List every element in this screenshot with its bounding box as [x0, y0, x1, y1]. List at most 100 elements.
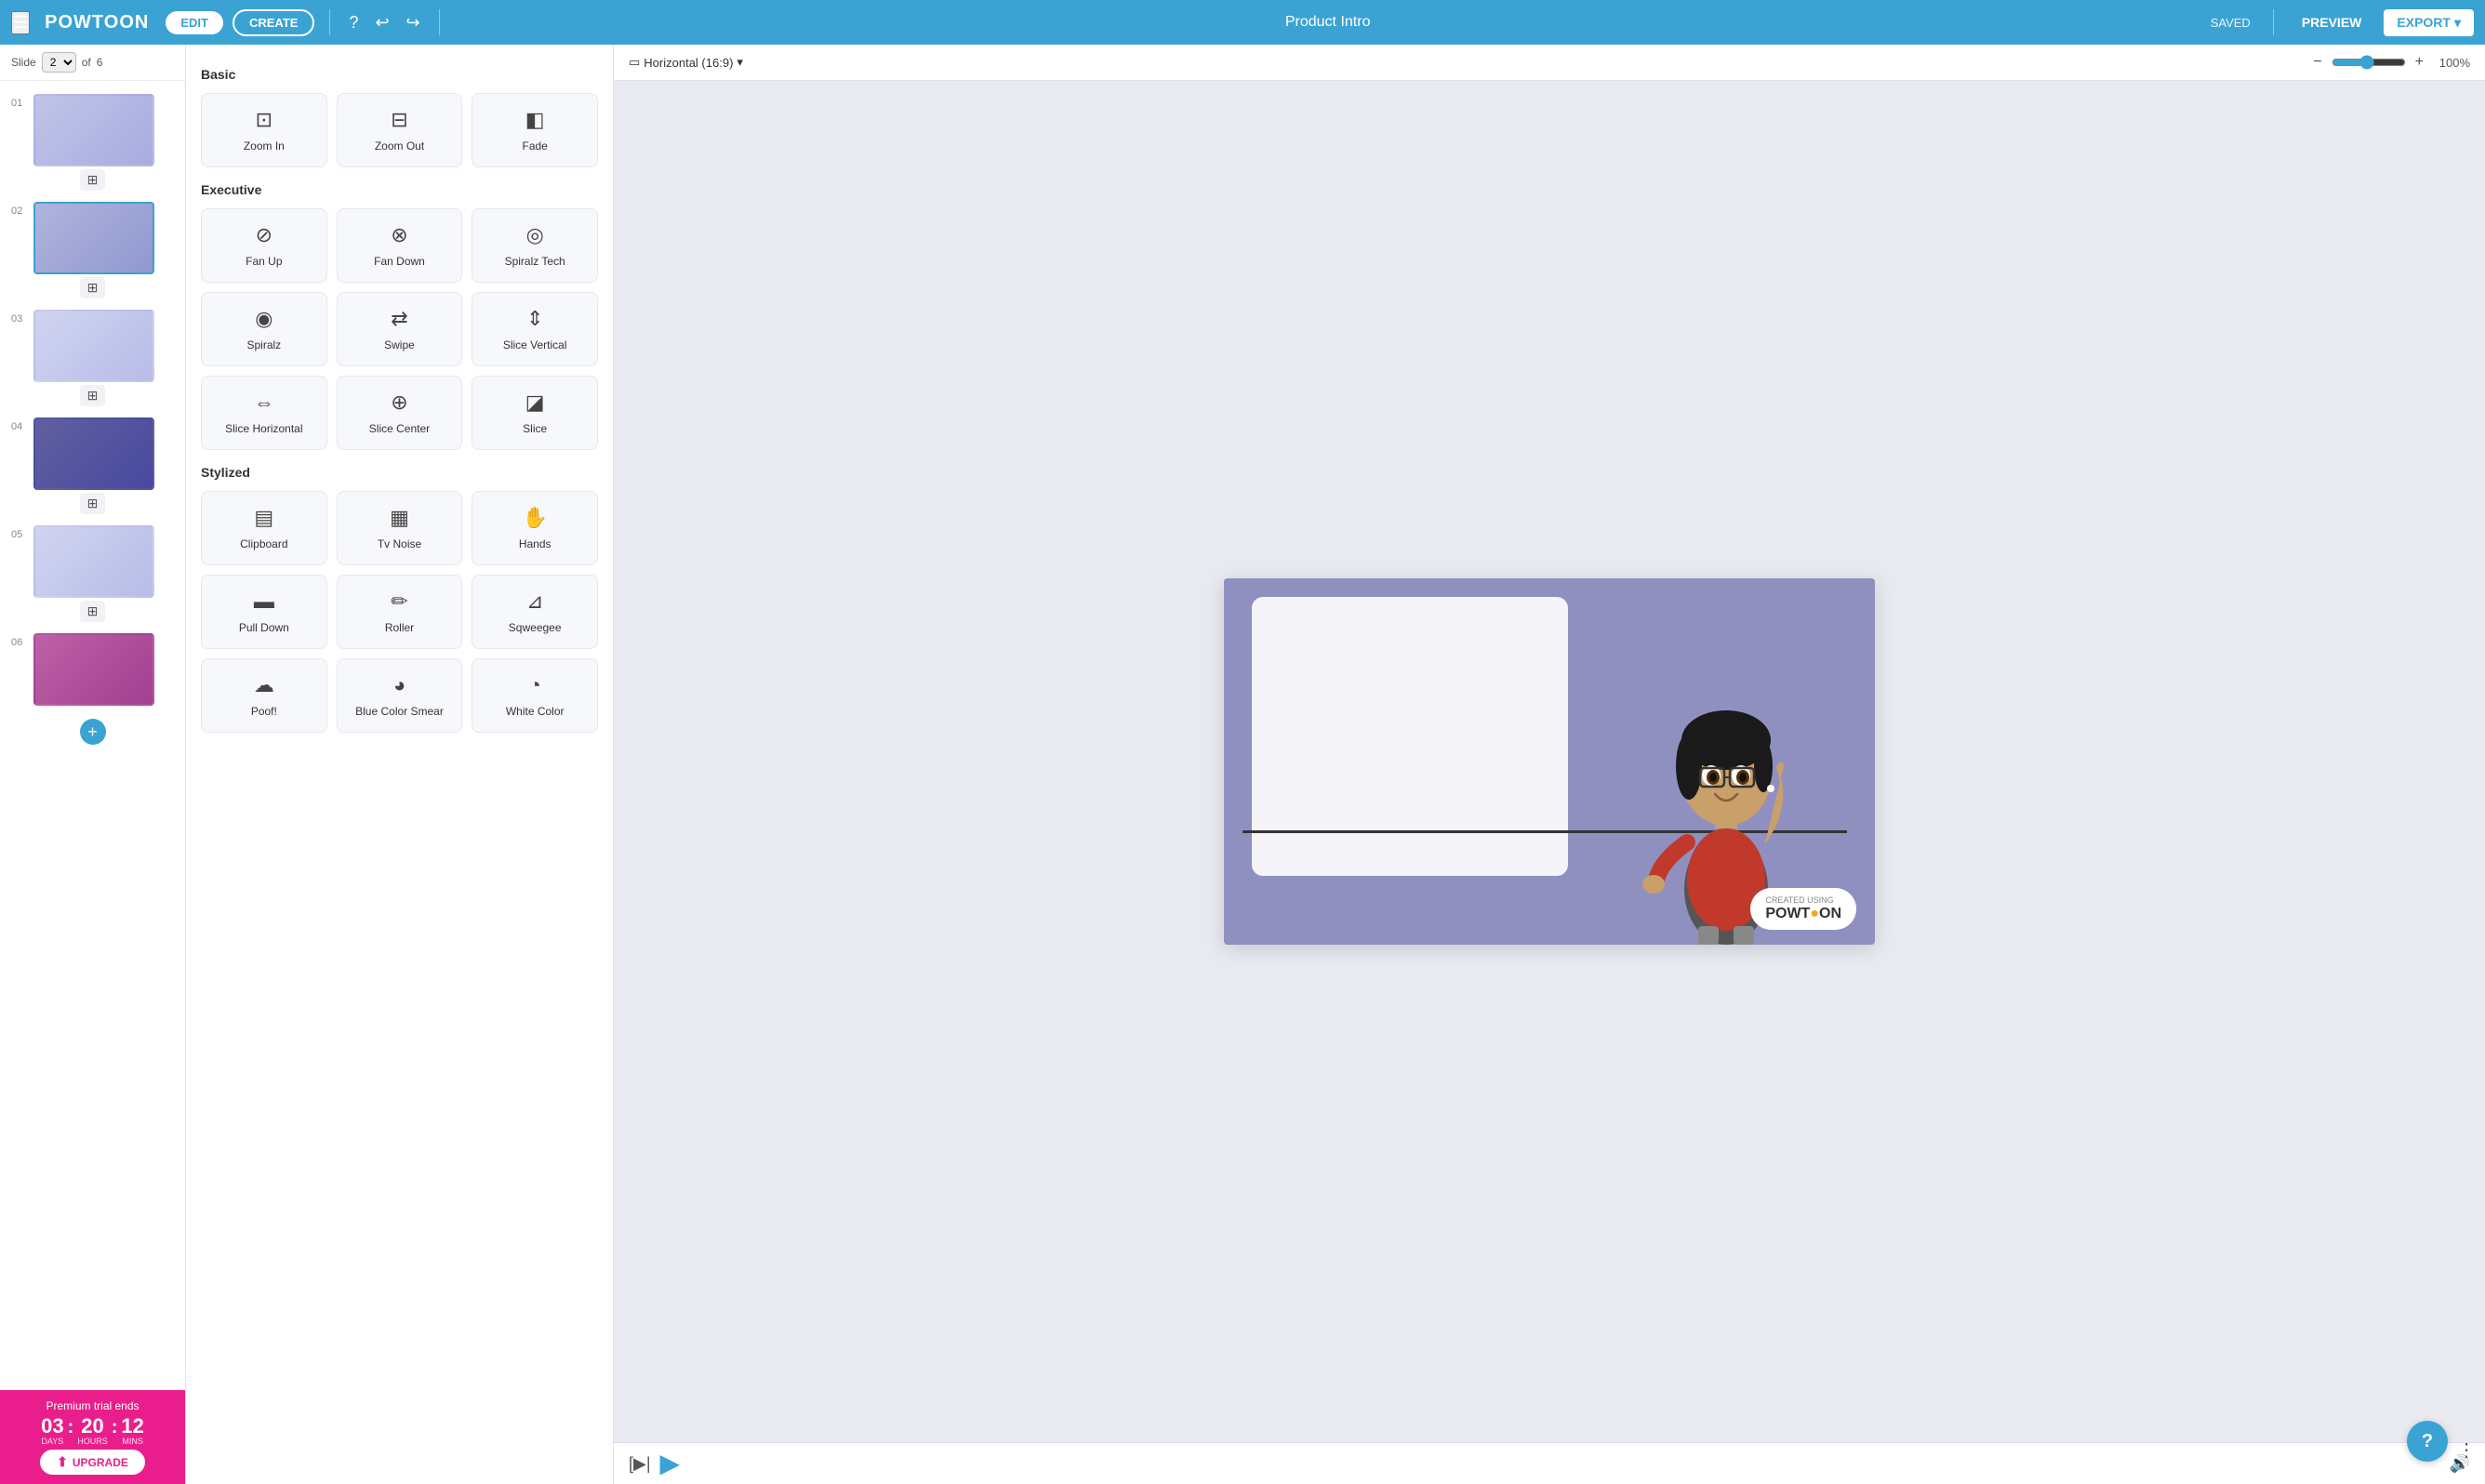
transition-spiralz-tech[interactable]: ◎ Spiralz Tech — [472, 208, 598, 283]
transition-zoom-out[interactable]: ⊟ Zoom Out — [337, 93, 463, 167]
timer-days: 03 DAYS — [41, 1416, 63, 1446]
sqweegee-icon: ⊿ — [526, 590, 543, 614]
slice-icon: ◪ — [525, 391, 545, 415]
slice-label: Slice — [523, 422, 547, 435]
transition-spiralz[interactable]: ◉ Spiralz — [201, 292, 327, 366]
canvas-area: ▭ Horizontal (16:9) ▾ − + 100% — [614, 45, 2485, 1484]
transition-white-color[interactable]: ◔White Color — [472, 658, 598, 733]
transitions-grid-stylized: ▤Clipboard▦Tv Noise✋Hands ▬Pull Down ✏ Roll… — [201, 491, 598, 733]
slide-num-6: 06 — [11, 637, 28, 648]
divider-1 — [329, 9, 330, 35]
slide-item-4[interactable]: 04 ⊞ — [0, 412, 185, 520]
transition-tv-noise[interactable]: ▦Tv Noise — [337, 491, 463, 565]
spiralz-label: Spiralz — [246, 338, 281, 351]
slide-num-1: 01 — [11, 98, 28, 109]
slide-1-transition-icon[interactable]: ⊞ — [80, 169, 106, 191]
zoom-in-button[interactable]: + — [2412, 52, 2427, 73]
undo-button[interactable]: ↩ — [371, 9, 392, 36]
preview-button[interactable]: PREVIEW — [2289, 10, 2375, 34]
transitions-grid-executive: ⊘Fan Up⊗Fan Down ◎ Spiralz Tech ◉ Spiralz ⇄ Sw… — [201, 208, 598, 450]
aspect-ratio-button[interactable]: ▭ Horizontal (16:9) ▾ — [629, 55, 743, 70]
help-button[interactable]: ? — [2407, 1421, 2448, 1462]
slide-item-2[interactable]: 02 ⊞ — [0, 196, 185, 304]
create-button[interactable]: CREATE — [233, 9, 314, 36]
zoom-out-button[interactable]: − — [2309, 52, 2325, 73]
slide-thumb-1[interactable] — [33, 94, 154, 166]
slide-thumb-3[interactable] — [33, 310, 154, 382]
fan-down-icon: ⊗ — [391, 223, 407, 247]
slide-thumb-5[interactable] — [33, 525, 154, 598]
transition-fade[interactable]: ◧Fade — [472, 93, 598, 167]
transition-sqweegee[interactable]: ⊿Sqweegee — [472, 575, 598, 649]
slides-list: 01 ⊞ 02 ⊞ — [0, 81, 185, 1390]
zoom-out-icon: ⊟ — [391, 108, 407, 132]
transition-hands[interactable]: ✋Hands — [472, 491, 598, 565]
transition-slice-horizontal[interactable]: ⇔Slice Horizontal — [201, 376, 327, 450]
play-button[interactable]: ▶ — [660, 1451, 681, 1477]
slide-item-1[interactable]: 01 ⊞ — [0, 88, 185, 196]
spiralz-tech-icon: ◎ — [526, 223, 544, 247]
blue-color-smear-icon: ◕ — [393, 673, 405, 697]
redo-button[interactable]: ↪ — [403, 9, 424, 36]
swipe-label: Swipe — [384, 338, 415, 351]
aspect-ratio-chevron-icon: ▾ — [737, 55, 743, 70]
zoom-slider[interactable] — [2332, 55, 2406, 70]
zoom-percentage: 100% — [2433, 56, 2470, 70]
slide-item-5[interactable]: 05 ⊞ — [0, 520, 185, 628]
slide-item-6[interactable]: 06 — [0, 628, 185, 711]
transition-blue-color-smear[interactable]: ◕ Blue Color Smear — [337, 658, 463, 733]
slide-thumb-2[interactable] — [33, 202, 154, 274]
transition-fan-up[interactable]: ⊘Fan Up — [201, 208, 327, 283]
slide-white-card — [1252, 597, 1568, 876]
slide-5-transition-icon[interactable]: ⊞ — [80, 601, 106, 622]
slide-thumb-3-inner — [35, 311, 153, 380]
canvas-slide-inner: CREATED USING POWT●ON — [1224, 578, 1875, 945]
slide-item-3[interactable]: 03 ⊞ — [0, 304, 185, 412]
canvas-slide[interactable]: CREATED USING POWT●ON — [1224, 578, 1875, 945]
blue-color-smear-label: Blue Color Smear — [355, 705, 444, 718]
spiralz-icon: ◉ — [255, 307, 272, 331]
upgrade-button[interactable]: ⬆ UPGRADE — [40, 1450, 145, 1475]
timer-hours-label: HOURS — [77, 1437, 108, 1446]
more-options-button[interactable]: ⋮ — [2457, 1438, 2476, 1462]
roller-icon: ✏ — [391, 590, 407, 614]
slide-number-select[interactable]: 2 — [42, 52, 76, 73]
white-color-icon: ◔ — [529, 673, 541, 697]
slides-panel: Slide 2 of 6 01 ⊞ — [0, 45, 186, 1484]
slide-thumb-4[interactable] — [33, 417, 154, 490]
edit-button[interactable]: EDIT — [166, 11, 223, 34]
timer-sep-2: : — [112, 1417, 118, 1438]
zoom-in-label: Zoom In — [244, 139, 285, 152]
poof!-label: Poof! — [251, 705, 277, 718]
slide-num-5: 05 — [11, 529, 28, 540]
slide-thumb-6[interactable] — [33, 633, 154, 706]
transition-poof![interactable]: ☁Poof! — [201, 658, 327, 733]
transition-slice-center[interactable]: ⊕Slice Center — [337, 376, 463, 450]
hamburger-button[interactable]: ☰ — [11, 11, 30, 34]
transition-fan-down[interactable]: ⊗Fan Down — [337, 208, 463, 283]
zoom-out-label: Zoom Out — [375, 139, 424, 152]
slide-thumb-6-inner — [35, 635, 153, 704]
zoom-in-icon: ⊡ — [256, 108, 272, 132]
add-slide-button[interactable]: + — [80, 719, 106, 745]
presentation-title: Product Intro — [455, 14, 2201, 31]
slide-4-transition-icon[interactable]: ⊞ — [80, 493, 106, 514]
slide-3-transition-icon[interactable]: ⊞ — [80, 385, 106, 406]
transition-zoom-in[interactable]: ⊡ Zoom In — [201, 93, 327, 167]
export-label: EXPORT — [2397, 15, 2451, 30]
transition-pull-down[interactable]: ▬Pull Down — [201, 575, 327, 649]
total-slides: 6 — [97, 56, 103, 69]
export-button[interactable]: EXPORT ▾ — [2384, 9, 2474, 36]
transition-swipe[interactable]: ⇄ Swipe — [337, 292, 463, 366]
transition-roller[interactable]: ✏ Roller — [337, 575, 463, 649]
timer-mins-label: MINS — [121, 1437, 143, 1446]
slide-2-transition-icon[interactable]: ⊞ — [80, 277, 106, 298]
premium-trial-banner: Premium trial ends 03 DAYS : 20 HOURS : … — [0, 1390, 185, 1484]
roller-label: Roller — [385, 621, 414, 634]
spiralz-tech-label: Spiralz Tech — [505, 255, 565, 268]
help-circle-button[interactable]: ? — [345, 9, 362, 36]
transition-slice-vertical[interactable]: ⇕Slice Vertical — [472, 292, 598, 366]
swipe-icon: ⇄ — [391, 307, 407, 331]
transition-slice[interactable]: ◪ Slice — [472, 376, 598, 450]
transition-clipboard[interactable]: ▤Clipboard — [201, 491, 327, 565]
